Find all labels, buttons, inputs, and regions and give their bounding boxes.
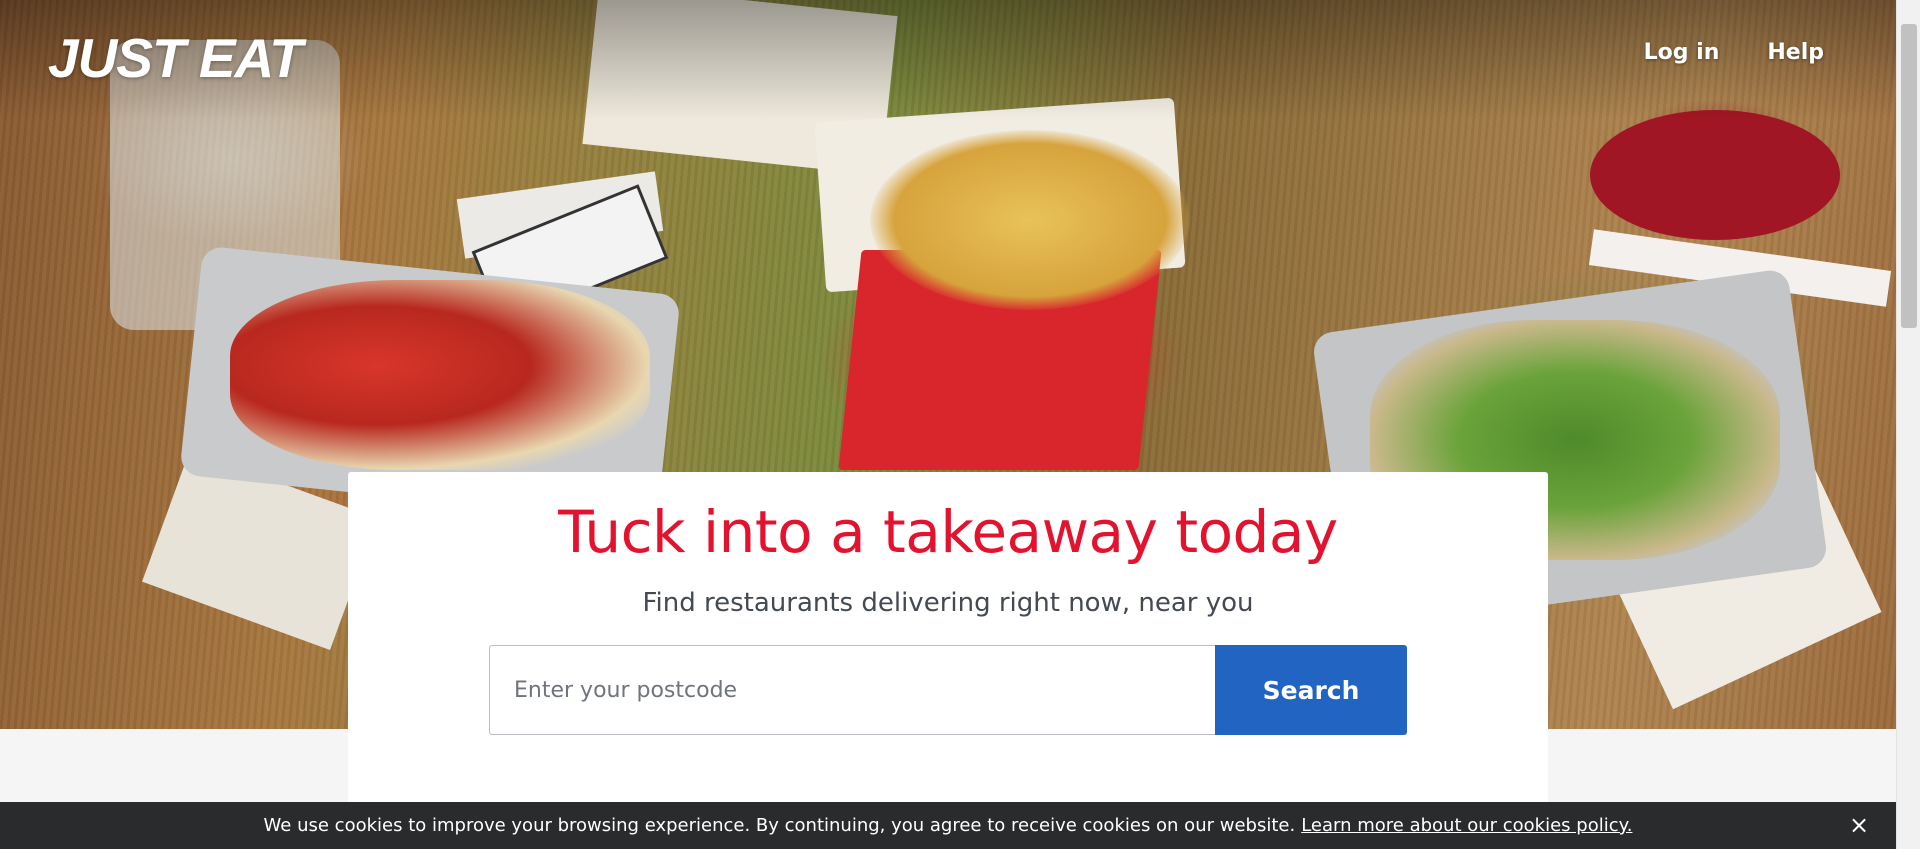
page-scrollbar[interactable] bbox=[1896, 0, 1920, 849]
top-nav: Log in Help bbox=[1644, 40, 1824, 65]
chili-bowl-image bbox=[1590, 110, 1840, 240]
scrollbar-thumb[interactable] bbox=[1901, 24, 1917, 328]
close-icon[interactable]: × bbox=[1846, 812, 1872, 838]
search-card: Tuck into a takeaway today Find restaura… bbox=[348, 472, 1548, 832]
noodles-image bbox=[870, 130, 1190, 310]
postcode-input[interactable] bbox=[489, 645, 1215, 735]
search-button[interactable]: Search bbox=[1215, 645, 1407, 735]
login-link[interactable]: Log in bbox=[1644, 40, 1720, 65]
cookie-policy-link[interactable]: Learn more about our cookies policy. bbox=[1301, 815, 1632, 836]
page-subtitle: Find restaurants delivering right now, n… bbox=[642, 588, 1254, 618]
sweet-sour-chicken-image bbox=[230, 280, 650, 470]
postcode-search-form: Search bbox=[489, 645, 1407, 735]
help-link[interactable]: Help bbox=[1767, 40, 1824, 65]
cookie-message: We use cookies to improve your browsing … bbox=[263, 815, 1296, 836]
page-title: Tuck into a takeaway today bbox=[558, 498, 1338, 566]
cookie-banner: We use cookies to improve your browsing … bbox=[0, 802, 1896, 849]
just-eat-logo[interactable]: JUST EAT bbox=[48, 26, 303, 90]
